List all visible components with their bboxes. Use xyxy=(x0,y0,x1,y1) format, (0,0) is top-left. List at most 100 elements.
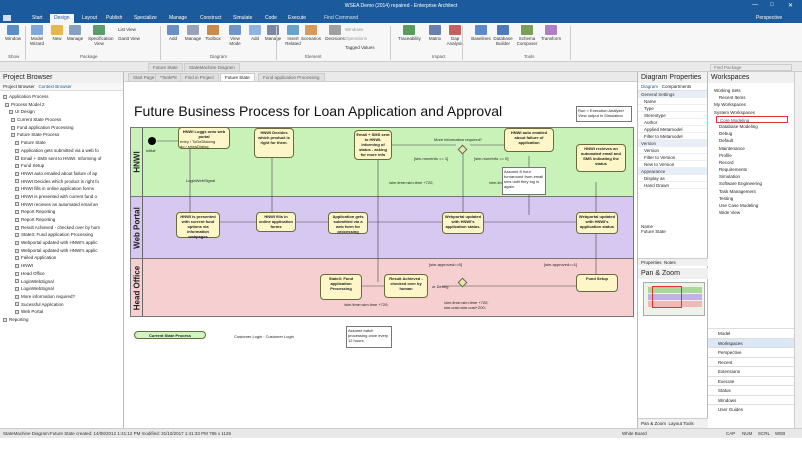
action-result-achieved[interactable]: Result Achieved - checked over by human xyxy=(384,274,428,298)
property-row[interactable]: Filter to Version xyxy=(638,154,707,161)
property-row[interactable]: Name xyxy=(638,98,707,105)
ribbon-button[interactable]: Specification View xyxy=(88,25,114,46)
workspace-item[interactable]: Recent Items xyxy=(708,94,794,101)
gantt-view-button[interactable]: Gantt View xyxy=(118,36,140,41)
ribbon-button[interactable]: Matrix xyxy=(424,25,446,41)
workspace-nav-item[interactable]: Extensions xyxy=(708,366,794,376)
workspace-item[interactable]: Maintenance xyxy=(708,145,794,152)
property-row[interactable]: Version xyxy=(638,147,707,154)
tree-item[interactable]: More information required? xyxy=(0,293,123,301)
legend-current-state-process[interactable]: Current State Process xyxy=(134,331,206,339)
workspace-item[interactable]: Use Case Modeling xyxy=(708,202,794,209)
list-view-button[interactable]: List View xyxy=(118,27,136,32)
tree-item[interactable]: Email + SMS sent to HNWI. Informing of xyxy=(0,155,123,163)
tree-item[interactable]: LoginWebSignal xyxy=(0,285,123,293)
ribbon-button[interactable]: Manage xyxy=(182,25,204,41)
workspace-item[interactable]: System Workspaces xyxy=(708,109,794,116)
workspace-core-modeling[interactable]: Core Modeling xyxy=(716,115,788,123)
tree-item[interactable]: Report Reporting xyxy=(0,208,123,216)
find-command-search[interactable]: Find Command xyxy=(320,14,362,23)
tab-execute[interactable]: Execute xyxy=(284,14,310,23)
tree-item[interactable]: HNWI auto emailed about failure of ap xyxy=(0,170,123,178)
tab-construct[interactable]: Construct xyxy=(196,14,225,23)
workspace-item[interactable]: Testing xyxy=(708,195,794,202)
tree-item[interactable]: Application gets submitted via a web fo xyxy=(0,147,123,155)
right-dock-strip[interactable] xyxy=(794,72,802,428)
tree-item[interactable]: Webportal updated with HNWI's applic xyxy=(0,247,123,255)
property-section-header[interactable]: Appearance xyxy=(638,168,707,175)
tab-manage[interactable]: Manage xyxy=(165,14,191,23)
ribbon-button[interactable]: Add xyxy=(162,25,184,41)
tree-item[interactable]: HNWI is presented with current fund o xyxy=(0,193,123,201)
workspace-nav-item[interactable]: Model xyxy=(708,328,794,338)
workspace-item[interactable]: Simulation xyxy=(708,173,794,180)
workspace-item[interactable]: Requirements xyxy=(708,166,794,173)
property-row[interactable]: New to Version xyxy=(638,161,707,168)
tree-item[interactable]: Fund Setup xyxy=(0,162,123,170)
maximize-button[interactable]: □ xyxy=(770,2,774,8)
props-tab-diagram[interactable]: Diagram xyxy=(641,84,658,89)
tab-design[interactable]: Design xyxy=(50,14,74,23)
tagged-values-button[interactable]: Tagged Values xyxy=(345,45,374,50)
action-email-sms-sent[interactable]: Email + SMS sent to HNWI. Informing of s… xyxy=(354,130,392,160)
tree-item[interactable]: Current State Process xyxy=(0,116,123,124)
tab-code[interactable]: Code xyxy=(261,14,281,23)
property-section-header[interactable]: Version xyxy=(638,140,707,147)
property-row[interactable]: Hand Drawn xyxy=(638,182,707,189)
ribbon-button[interactable]: Transform xyxy=(540,25,562,41)
workspace-item[interactable]: Record xyxy=(708,159,794,166)
workspace-item[interactable]: My Workspaces xyxy=(708,101,794,108)
tab-specialize[interactable]: Specialize xyxy=(130,14,161,23)
tab-properties[interactable]: Properties xyxy=(641,260,662,265)
action-hnwi-presented-options[interactable]: HNWI is presented with current fund opti… xyxy=(176,212,220,239)
property-row[interactable]: Author xyxy=(638,119,707,126)
tree-item[interactable]: HNWI recieves an automated email an xyxy=(0,201,123,209)
perspective-button[interactable]: Perspective xyxy=(752,14,786,23)
tree-item[interactable]: Application Process xyxy=(0,93,123,101)
tab-pan-zoom[interactable]: Pan & Zoom xyxy=(641,421,666,426)
workspace-nav-item[interactable]: Execute xyxy=(708,375,794,386)
tree-item[interactable]: LoginWebSignal xyxy=(0,278,123,286)
tab-publish[interactable]: Publish xyxy=(102,14,126,23)
tab-layout[interactable]: Layout xyxy=(78,14,101,23)
tab-project-browser[interactable]: Project Browser xyxy=(3,84,35,89)
tree-item[interactable]: Result Achieved - checked over by hum xyxy=(0,224,123,232)
windows-button[interactable]: Windows xyxy=(345,27,363,32)
ribbon-button[interactable]: Decisions xyxy=(324,25,346,41)
workspace-nav-item[interactable]: User Guides xyxy=(708,404,794,414)
tree-item[interactable]: Report Reporting xyxy=(0,216,123,224)
property-section-header[interactable]: General Settings xyxy=(638,91,707,98)
find-package-input[interactable]: Find Package xyxy=(710,64,792,71)
tab-simulate[interactable]: Simulate xyxy=(229,14,256,23)
app-menu-icon[interactable] xyxy=(3,15,11,21)
ribbon-button[interactable]: Schema Composer xyxy=(516,25,538,46)
tree-item[interactable]: State3: Fund application Processing xyxy=(0,231,123,239)
tab-layout-tools[interactable]: Layout Tools xyxy=(669,421,694,426)
doc-tab-statemachine[interactable]: StateMachine Diagram xyxy=(184,63,240,72)
close-button[interactable]: ✕ xyxy=(788,2,793,9)
workspace-item[interactable]: Debug xyxy=(708,130,794,137)
operations-button[interactable]: Operations xyxy=(345,36,367,41)
workspace-nav-item[interactable]: Workspaces xyxy=(708,337,794,347)
tree-item[interactable]: UI Design xyxy=(0,108,123,116)
ribbon-button[interactable]: Baselines xyxy=(470,25,492,41)
tree-item[interactable]: HNWI Decides which product is right fo xyxy=(0,178,123,186)
action-fund-setup[interactable]: Fund Setup xyxy=(576,274,618,292)
property-row[interactable]: Type xyxy=(638,105,707,112)
tree-item[interactable]: HNWI xyxy=(0,262,123,270)
ribbon-button[interactable]: Scenarios xyxy=(300,25,322,41)
property-row[interactable]: Applied Metamodel xyxy=(638,126,707,133)
tab-start[interactable]: Start xyxy=(28,14,47,23)
workspace-nav-item[interactable]: Recent xyxy=(708,356,794,367)
tree-item[interactable]: Sucessful Application xyxy=(0,301,123,309)
ribbon-button[interactable]: Model Wizard xyxy=(26,25,48,46)
workspace-item[interactable]: Task Management xyxy=(708,188,794,195)
ribbon-button[interactable]: Traceability xyxy=(398,25,421,41)
tree-item[interactable]: Future State xyxy=(0,139,123,147)
action-webportal-updated-2[interactable]: Webportal updated with HNWI's applicatio… xyxy=(576,212,618,234)
workspace-item[interactable]: Database Modeling xyxy=(708,123,794,130)
workspace-item[interactable]: Software Engineering xyxy=(708,180,794,187)
note-assume-8-hour[interactable]: Assume 8 hour turnaround from email sms … xyxy=(502,167,546,195)
tree-item[interactable]: Reporting xyxy=(0,316,123,324)
action-hnwi-fills-forms[interactable]: HNWI fills in online application forms xyxy=(256,212,296,232)
